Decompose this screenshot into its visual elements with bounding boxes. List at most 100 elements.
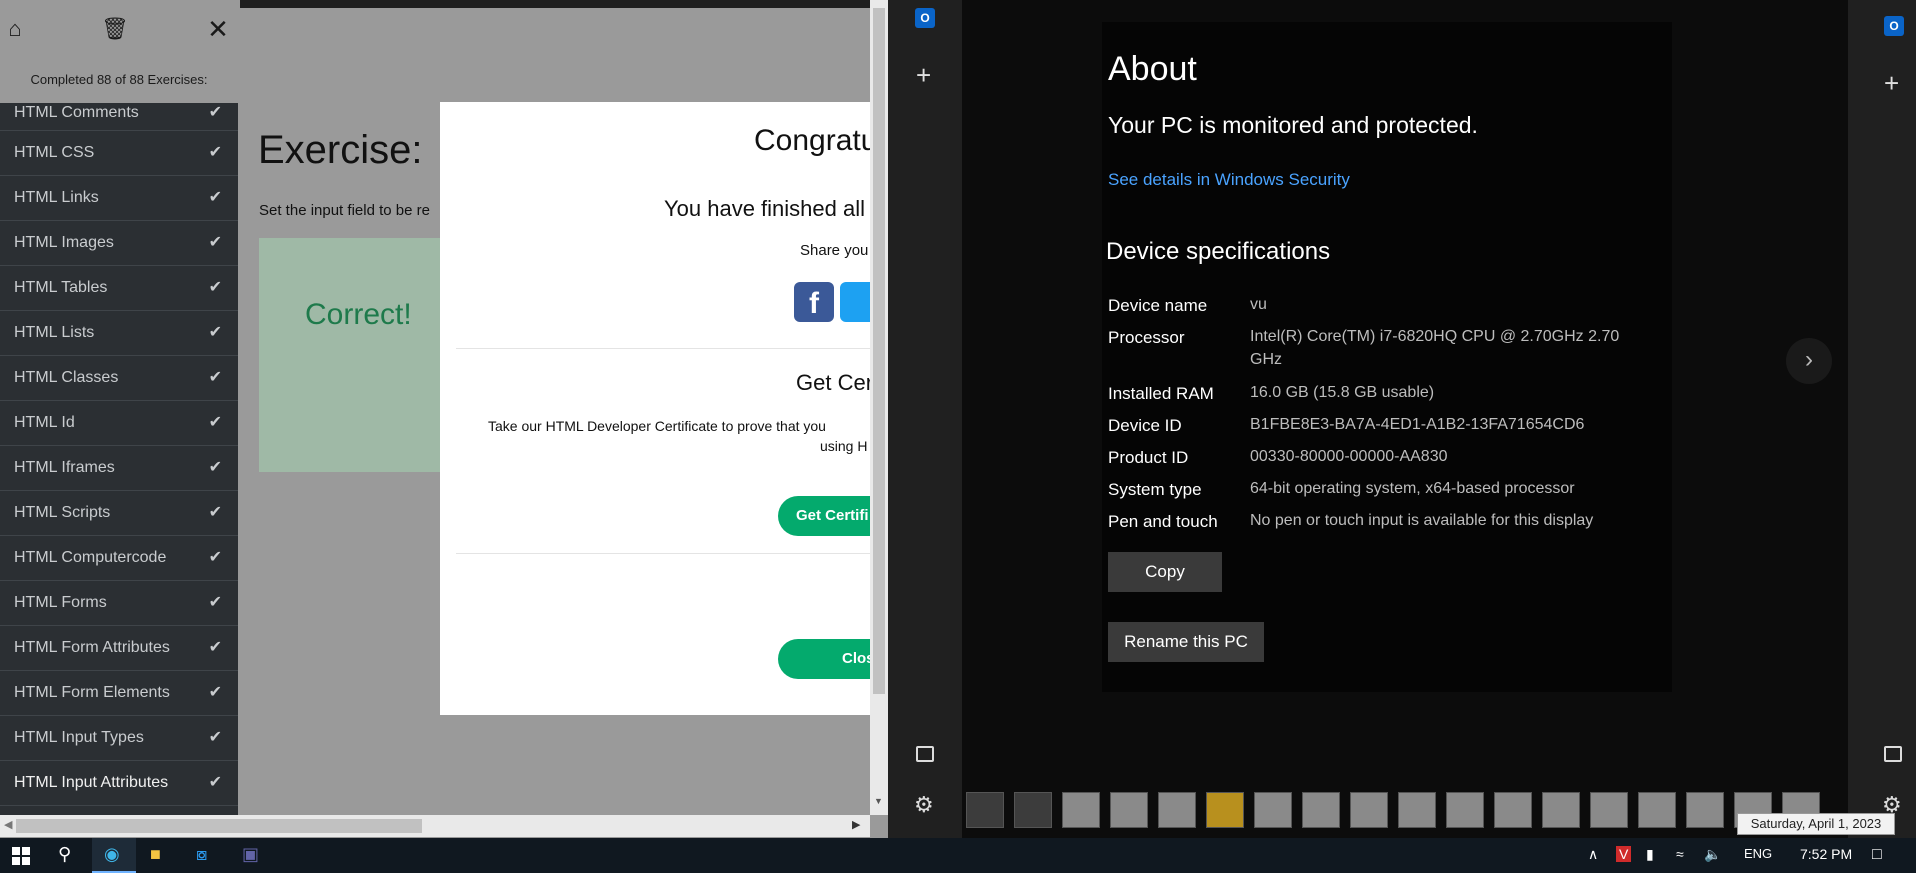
lesson-label: HTML Forms <box>14 594 107 611</box>
window-thumbnail[interactable] <box>966 792 1004 828</box>
lesson-item[interactable]: HTML Form Attributes ✔ <box>0 626 238 671</box>
vertical-scrollbar[interactable]: ▼ <box>870 0 888 815</box>
outlook-icon[interactable]: O <box>915 8 935 28</box>
window-thumbnail[interactable] <box>1158 792 1196 828</box>
lesson-item[interactable]: HTML Links ✔ <box>0 176 238 221</box>
checkmark-icon: ✔ <box>208 104 222 121</box>
lesson-label: HTML Form Elements <box>14 684 170 701</box>
window-thumbnail[interactable] <box>1494 792 1532 828</box>
outlook-icon[interactable]: O <box>1884 16 1904 36</box>
add-icon[interactable]: + <box>1884 70 1899 96</box>
search-button[interactable]: ⚲ <box>46 838 90 873</box>
settings-about-page: About Your PC is monitored and protected… <box>962 0 1848 838</box>
lesson-item[interactable]: HTML Tables ✔ <box>0 266 238 311</box>
windows-security-link[interactable]: See details in Windows Security <box>1108 170 1350 190</box>
horizontal-scrollbar[interactable]: ◀ ▶ <box>0 815 870 837</box>
clock[interactable]: 7:52 PM <box>1800 846 1852 862</box>
close-button[interactable]: Clos <box>778 639 870 679</box>
window-thumbnail[interactable] <box>1014 792 1052 828</box>
window-thumbnail-strip <box>962 784 1848 838</box>
windows-icon <box>12 847 30 865</box>
certificate-text-line2: using H <box>820 438 868 454</box>
lesson-item[interactable]: HTML Images ✔ <box>0 221 238 266</box>
home-icon[interactable]: ⌂ <box>0 14 30 44</box>
lesson-item[interactable]: HTML CSS ✔ <box>0 131 238 176</box>
language-indicator[interactable]: ENG <box>1744 846 1772 861</box>
lesson-item[interactable]: HTML Comments ✔ <box>0 95 238 131</box>
scroll-down-icon[interactable]: ▼ <box>874 796 884 806</box>
window-thumbnail[interactable] <box>1206 792 1244 828</box>
window-thumbnail[interactable] <box>1110 792 1148 828</box>
lesson-item[interactable]: HTML Lists ✔ <box>0 311 238 356</box>
window-thumbnail[interactable] <box>1638 792 1676 828</box>
edge-app[interactable]: ◉ <box>92 838 136 873</box>
window-thumbnail[interactable] <box>1062 792 1100 828</box>
lesson-item[interactable]: HTML Computercode ✔ <box>0 536 238 581</box>
lesson-label: HTML Input Types <box>14 729 144 746</box>
volume-icon[interactable]: 🔈 <box>1704 846 1721 863</box>
lesson-item-current[interactable]: HTML Input Attributes ✔ <box>0 761 238 806</box>
window-thumbnail[interactable] <box>1350 792 1388 828</box>
wifi-icon[interactable]: ≈ <box>1676 846 1684 862</box>
vscode-icon: ⧇ <box>196 844 208 864</box>
lesson-item[interactable]: HTML Form Elements ✔ <box>0 671 238 716</box>
exercise-title: Exercise: <box>258 128 423 172</box>
lesson-label: HTML Iframes <box>14 459 115 476</box>
spec-value: 64-bit operating system, x64-based proce… <box>1250 480 1575 497</box>
desktop: ⌂ 🗑 ✕ Completed 88 of 88 Exercises: HTML… <box>0 0 1916 873</box>
scrollbar-thumb[interactable] <box>873 8 885 694</box>
window-thumbnail[interactable] <box>1542 792 1580 828</box>
window-thumbnail[interactable] <box>1590 792 1628 828</box>
gear-icon[interactable]: ⚙ <box>914 792 934 818</box>
lesson-item[interactable]: HTML Classes ✔ <box>0 356 238 401</box>
spec-value: Intel(R) Core(TM) i7-6820HQ CPU @ 2.70GH… <box>1250 328 1620 345</box>
lesson-list: HTML Comments ✔ HTML CSS ✔ HTML Links ✔ HTM… <box>0 95 238 806</box>
start-button[interactable] <box>0 838 44 873</box>
folder-icon: ■ <box>150 844 161 864</box>
spec-value: vu <box>1250 296 1267 313</box>
chevron-right-icon[interactable]: › <box>1786 338 1832 384</box>
vscode-app[interactable]: ⧇ <box>184 838 228 873</box>
lesson-label: HTML Links <box>14 189 99 206</box>
lesson-item[interactable]: HTML Iframes ✔ <box>0 446 238 491</box>
twitter-icon[interactable] <box>840 282 870 322</box>
divider <box>456 348 870 349</box>
window-thumbnail[interactable] <box>1398 792 1436 828</box>
rename-pc-button[interactable]: Rename this PC <box>1108 622 1264 662</box>
share-text: Share you <box>800 242 869 259</box>
window-thumbnail[interactable] <box>1254 792 1292 828</box>
lesson-item[interactable]: HTML Scripts ✔ <box>0 491 238 536</box>
scrollbar-thumb[interactable] <box>16 819 422 833</box>
trash-icon[interactable]: 🗑 <box>100 14 130 44</box>
sidebar-rail-left: O + ⚙ <box>888 0 962 838</box>
window-thumbnail[interactable] <box>1686 792 1724 828</box>
spec-label: Processor <box>1108 328 1185 347</box>
add-icon[interactable]: + <box>916 62 931 88</box>
spec-value: No pen or touch input is available for t… <box>1250 512 1594 529</box>
lesson-label: HTML Classes <box>14 369 119 386</box>
panel-toggle-icon[interactable] <box>1884 746 1902 762</box>
notification-icon[interactable]: □ <box>1872 846 1882 864</box>
battery-icon[interactable]: ▮ <box>1646 846 1654 863</box>
get-certified-button[interactable]: Get Certifi <box>778 496 870 536</box>
spec-value: B1FBE8E3-BA7A-4ED1-A1B2-13FA71654CD6 <box>1250 416 1585 433</box>
scroll-right-icon[interactable]: ▶ <box>852 818 860 831</box>
facebook-icon[interactable]: f <box>794 282 834 322</box>
spec-label: Installed RAM <box>1108 384 1214 403</box>
scroll-left-icon[interactable]: ◀ <box>4 818 12 831</box>
window-thumbnail[interactable] <box>1302 792 1340 828</box>
copy-button[interactable]: Copy <box>1108 552 1222 592</box>
lesson-label: HTML Lists <box>14 324 95 341</box>
chevron-up-icon[interactable]: ∧ <box>1588 846 1598 863</box>
lesson-item[interactable]: HTML Input Types ✔ <box>0 716 238 761</box>
lesson-item[interactable]: HTML Id ✔ <box>0 401 238 446</box>
file-explorer-app[interactable]: ■ <box>138 838 182 873</box>
lesson-item[interactable]: HTML Forms ✔ <box>0 581 238 626</box>
lesson-label: HTML Scripts <box>14 504 111 521</box>
lesson-label: HTML Input Attributes <box>14 774 169 791</box>
close-icon[interactable]: ✕ <box>203 14 233 44</box>
teams-app[interactable]: ▣ <box>230 838 274 873</box>
vivaldi-icon[interactable]: V <box>1616 846 1632 862</box>
panel-toggle-icon[interactable] <box>916 746 934 762</box>
window-thumbnail[interactable] <box>1446 792 1484 828</box>
